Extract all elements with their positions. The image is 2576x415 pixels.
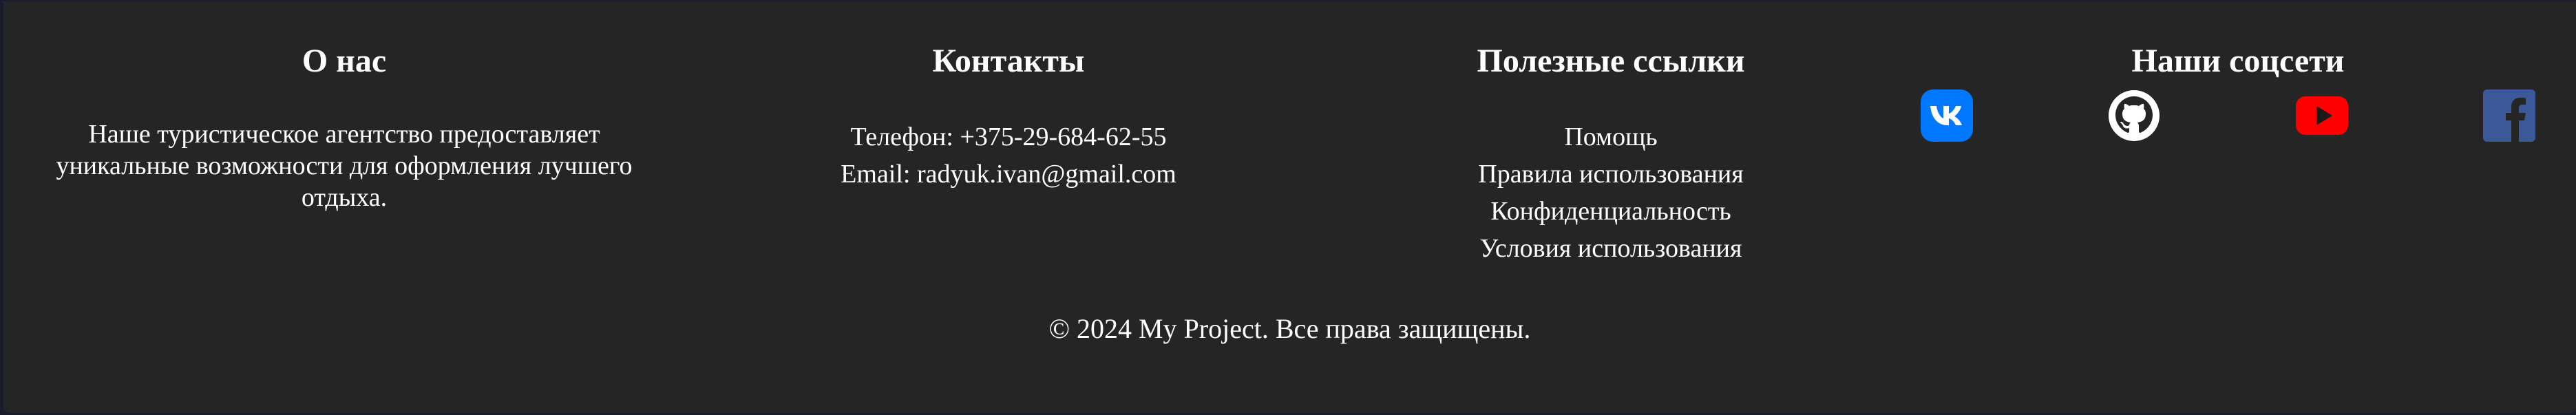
facebook-icon[interactable]: [2483, 89, 2535, 142]
contact-email: Email: radyuk.ivan@gmail.com: [841, 160, 1176, 189]
useful-links-title: Полезные ссылки: [1477, 43, 1745, 79]
youtube-icon[interactable]: [2296, 89, 2348, 142]
github-icon[interactable]: [2108, 89, 2160, 142]
site-footer: О нас Наше туристическое агентство предо…: [3, 1, 2576, 413]
link-usage-rules[interactable]: Правила использования: [1478, 160, 1744, 189]
link-help[interactable]: Помощь: [1564, 123, 1657, 151]
copyright-text: © 2024 My Project. Все права защищены.: [1048, 313, 1531, 344]
link-terms[interactable]: Условия использования: [1479, 234, 1742, 263]
link-privacy[interactable]: Конфиденциальность: [1490, 197, 1731, 226]
vk-icon[interactable]: [1921, 89, 1973, 142]
about-text: Наше туристическое агентство предоставля…: [56, 120, 633, 212]
contacts-title: Контакты: [932, 43, 1085, 79]
contact-phone: Телефон: +375-29-684-62-55: [850, 123, 1167, 151]
about-title: О нас: [302, 43, 387, 79]
social-title: Наши соцсети: [2131, 43, 2345, 79]
